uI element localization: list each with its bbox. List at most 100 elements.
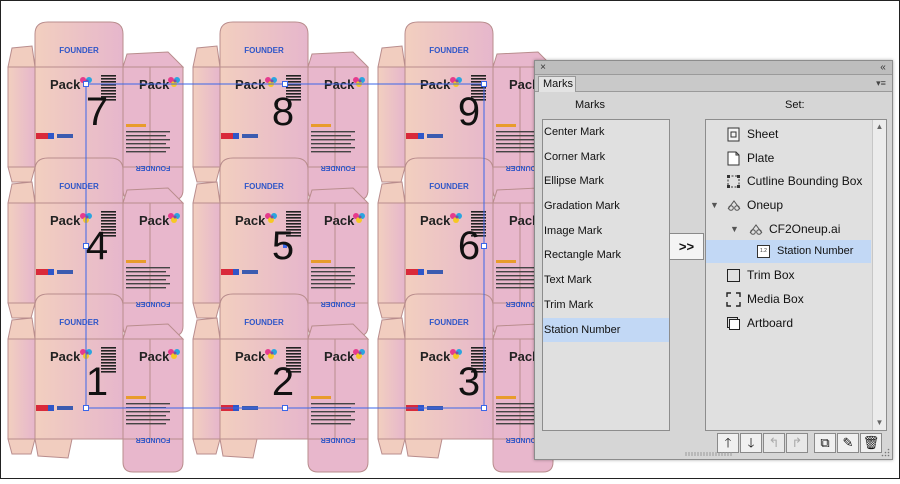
mark-item[interactable]: Center Mark — [543, 120, 669, 145]
mark-item[interactable]: Trim Mark — [543, 293, 669, 318]
selection-handle[interactable] — [481, 243, 487, 249]
color-bar-blue — [418, 133, 424, 139]
selection-handle[interactable] — [83, 81, 89, 87]
brand-logo-bottom: FOUNDER — [136, 300, 171, 307]
selection-handle[interactable] — [282, 81, 288, 87]
expand-triangle-icon[interactable]: ▼ — [710, 194, 719, 217]
set-tree-item[interactable]: ▼ CF2Oneup.ai — [706, 218, 871, 241]
product-name: Pack — [50, 349, 81, 364]
panel-titlebar[interactable]: × « — [535, 61, 892, 75]
move-down-button[interactable]: 🡓 — [740, 433, 762, 453]
color-bar-red — [406, 133, 418, 139]
selection-handle[interactable] — [481, 405, 487, 411]
product-name: Pack — [235, 349, 266, 364]
selection-handle[interactable] — [481, 81, 487, 87]
resize-grip-icon[interactable] — [881, 448, 890, 457]
mark-item[interactable]: Gradation Mark — [543, 194, 669, 219]
arrow-down-icon: 🡓 — [747, 435, 755, 450]
station-number-label: 2 — [272, 360, 294, 404]
small-brand-mark — [242, 270, 258, 274]
brand-logo-top: FOUNDER — [244, 46, 284, 55]
brand-logo-bottom: FOUNDER — [321, 300, 356, 307]
svg-text:1.2: 1.2 — [760, 248, 767, 254]
panel-tabstrip: Marks ▾≡ — [535, 75, 892, 92]
set-tree-item[interactable]: Sheet — [706, 123, 871, 146]
small-brand-mark — [242, 134, 258, 138]
panel-menu-icon[interactable]: ▾≡ — [874, 77, 888, 89]
move-up-button[interactable]: 🡑 — [717, 433, 739, 453]
mark-item[interactable]: Ellipse Mark — [543, 169, 669, 194]
product-name: Pack — [139, 349, 170, 364]
artboard-icon — [727, 317, 740, 330]
set-tree-item[interactable]: Media Box — [706, 288, 871, 311]
duplicate-button[interactable]: ⧉ — [814, 433, 836, 453]
product-name: Pack — [139, 213, 170, 228]
set-tree-item[interactable]: 1.2 Station Number — [706, 240, 871, 263]
color-bar-blue — [48, 133, 54, 139]
set-tree-item-label: Media Box — [747, 292, 804, 306]
move-out-icon: ↰ — [768, 435, 780, 450]
color-bar-red — [221, 133, 233, 139]
delete-button[interactable]: 🗑 — [860, 433, 882, 453]
oneup-file-icon — [749, 224, 763, 235]
scroll-up-icon[interactable]: ▲ — [873, 121, 886, 133]
color-bar-red — [36, 405, 48, 411]
set-tree-item-label: CF2Oneup.ai — [769, 222, 841, 236]
edit-mark-button[interactable]: ✎ — [837, 433, 859, 453]
product-name: Pack — [235, 213, 266, 228]
scroll-down-icon[interactable]: ▼ — [873, 417, 886, 429]
set-tree-item[interactable]: ▼ Oneup — [706, 194, 871, 217]
cutline-bounding-box-icon — [727, 175, 740, 188]
set-tree-item[interactable]: Plate — [706, 147, 871, 170]
expand-triangle-icon[interactable]: ▼ — [730, 218, 739, 241]
sheet-icon — [727, 127, 740, 142]
mark-item[interactable]: Rectangle Mark — [543, 243, 669, 268]
panel-bottom-grip[interactable] — [685, 452, 733, 456]
color-bar-blue — [233, 269, 239, 275]
set-tree-item[interactable]: Artboard — [706, 312, 871, 335]
station-number-label: 8 — [272, 90, 294, 134]
set-tree-item-label: Station Number — [777, 245, 854, 257]
mark-item[interactable]: Image Mark — [543, 219, 669, 244]
set-tree-item-label: Artboard — [747, 316, 794, 330]
marks-panel[interactable]: × « Marks ▾≡ Marks Set: Center Mark Corne… — [534, 60, 893, 460]
set-tree-item[interactable]: Trim Box — [706, 264, 871, 287]
set-tree-item[interactable]: Cutline Bounding Box — [706, 170, 871, 193]
close-icon[interactable]: × — [537, 61, 549, 75]
station-number-label: 9 — [458, 90, 480, 134]
color-bar-blue — [418, 269, 424, 275]
mark-item[interactable]: Station Number — [543, 317, 669, 343]
color-bar-blue — [48, 269, 54, 275]
move-in-button[interactable]: ↱ — [786, 433, 808, 453]
set-tree-item-label: Trim Box — [747, 268, 795, 282]
plate-icon — [727, 151, 740, 166]
arrow-up-icon: 🡑 — [724, 435, 732, 450]
move-in-icon: ↱ — [791, 435, 803, 450]
color-bar-red — [221, 269, 233, 275]
add-mark-button[interactable]: >> — [669, 233, 704, 260]
marks-list[interactable]: Center Mark Corner Mark Ellipse Mark Gradat… — [542, 119, 670, 431]
move-out-button[interactable]: ↰ — [763, 433, 785, 453]
station-number-label: 7 — [86, 90, 108, 134]
small-brand-mark — [57, 270, 73, 274]
tab-marks[interactable]: Marks — [538, 76, 576, 92]
brand-logo-top: FOUNDER — [429, 182, 469, 191]
small-brand-mark — [427, 270, 443, 274]
small-brand-mark — [427, 134, 443, 138]
station-number-icon: 1.2 — [757, 245, 770, 258]
set-heading: Set: — [785, 99, 805, 111]
trash-icon: 🗑 — [862, 435, 880, 450]
set-tree[interactable]: Sheet Plate Cutline Bounding Box ▼ Oneup ▼ CF2… — [705, 119, 887, 431]
brand-logo-top: FOUNDER — [59, 46, 99, 55]
tree-scrollbar[interactable]: ▲ ▼ — [872, 120, 886, 430]
brand-logo-bottom: FOUNDER — [136, 436, 171, 443]
selection-handle[interactable] — [282, 405, 288, 411]
product-name: Pack — [50, 77, 81, 92]
color-bar-red — [36, 269, 48, 275]
selection-handle[interactable] — [83, 405, 89, 411]
oneup-icon — [727, 200, 741, 211]
mark-item[interactable]: Text Mark — [543, 268, 669, 293]
collapse-icon[interactable]: « — [877, 61, 889, 75]
color-bar-blue — [233, 133, 239, 139]
mark-item[interactable]: Corner Mark — [543, 145, 669, 170]
